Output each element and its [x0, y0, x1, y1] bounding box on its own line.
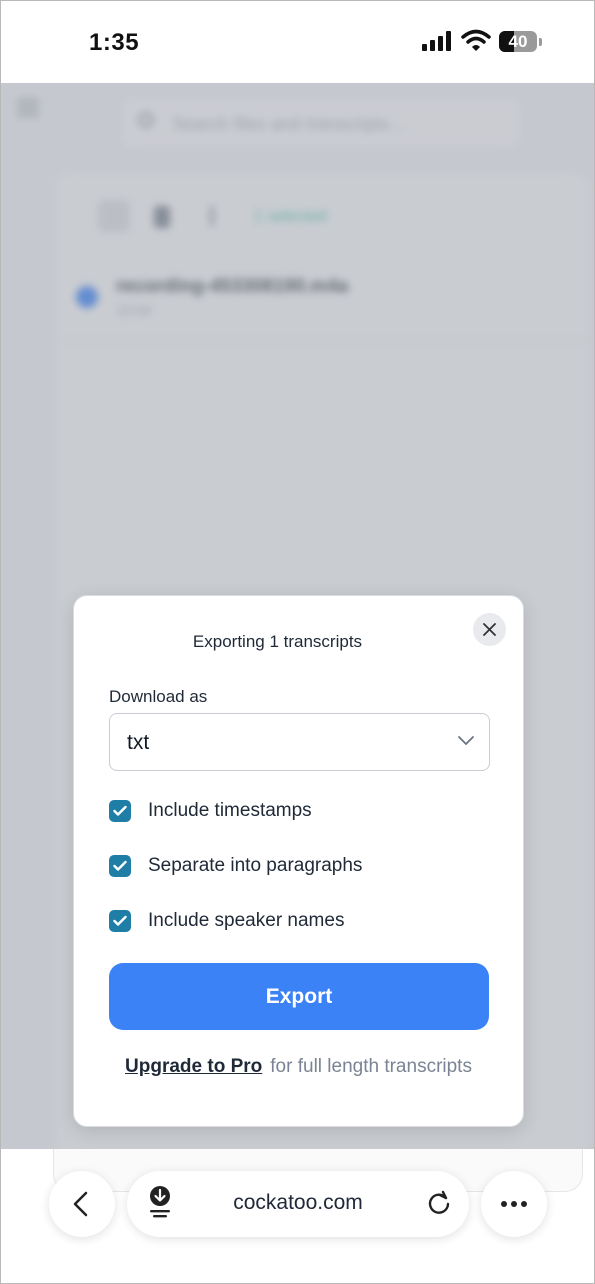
status-time: 1:35 [89, 29, 140, 56]
checkbox-timestamps[interactable] [109, 800, 131, 822]
option-label: Include timestamps [148, 800, 312, 821]
close-icon [483, 623, 496, 636]
download-as-label: Download as [109, 687, 208, 706]
battery-percent: 40 [508, 32, 528, 51]
phone-screen: 1:35 40 Search files and transcripts... [0, 0, 595, 1284]
wifi-icon [461, 29, 491, 51]
url-text: cockatoo.com [233, 1191, 363, 1214]
export-dialog: Exporting 1 transcripts Download as txt … [73, 595, 524, 1127]
reload-icon[interactable] [425, 1189, 453, 1217]
export-button-label: Export [265, 985, 333, 1008]
address-bar[interactable]: cockatoo.com [127, 1171, 469, 1237]
checkbox-speaker-names[interactable] [109, 910, 131, 932]
battery-icon: 40 [499, 31, 543, 53]
check-icon [113, 915, 127, 926]
signal-icon [422, 31, 451, 51]
upgrade-link[interactable]: Upgrade to Pro [125, 1056, 262, 1077]
status-bar: 1:35 40 [1, 1, 594, 83]
check-icon [113, 860, 127, 871]
checkbox-paragraphs[interactable] [109, 855, 131, 877]
upgrade-text: for full length transcripts [270, 1056, 472, 1077]
export-button[interactable]: Export [109, 963, 489, 1030]
more-icon [501, 1201, 527, 1207]
chevron-down-icon [458, 736, 474, 746]
option-label: Separate into paragraphs [148, 855, 363, 876]
dialog-title: Exporting 1 transcripts [192, 632, 363, 651]
format-select[interactable]: txt [109, 713, 490, 771]
option-label: Include speaker names [148, 910, 345, 931]
more-button[interactable] [481, 1171, 547, 1237]
back-icon [73, 1191, 88, 1217]
check-icon [113, 805, 127, 816]
browser-toolbar: cockatoo.com [1, 1149, 594, 1283]
upgrade-line: Upgrade to Pro for full length transcript… [74, 1056, 523, 1078]
back-button[interactable] [49, 1171, 115, 1237]
format-value: txt [127, 731, 150, 754]
